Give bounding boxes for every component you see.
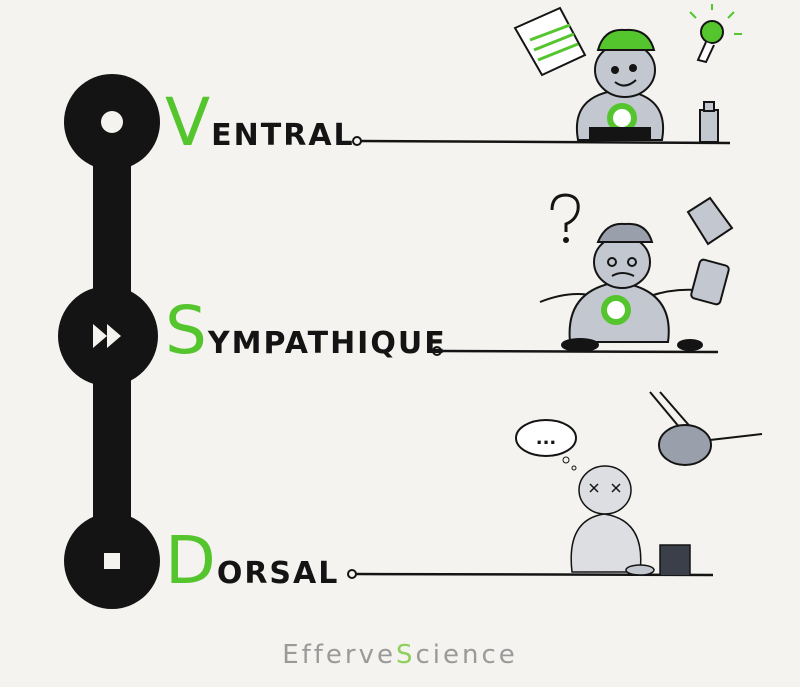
calendar-icon — [513, 6, 587, 77]
level-label-dorsal: Dorsal — [165, 528, 339, 594]
leader-line-ventral — [352, 136, 731, 146]
signature: EfferveScience — [0, 640, 800, 670]
phone-icon — [690, 258, 730, 306]
signature-part1: Efferve — [282, 640, 396, 670]
level-initial-sympathique: S — [165, 292, 208, 369]
polyvagal-diagram: ... Ventral Sympathique Dorsal EfferveSc… — [0, 0, 800, 687]
leader-line-dorsal — [347, 569, 714, 579]
level-initial-ventral: V — [165, 84, 212, 161]
signature-accent: S — [396, 640, 416, 670]
note-paper-icon — [686, 196, 734, 246]
lightbulb-icon — [689, 4, 742, 64]
fast-forward-icon — [58, 286, 158, 386]
level-rest-dorsal: orsal — [216, 556, 340, 591]
winged-brain-icon — [649, 391, 763, 466]
question-mark-icon — [550, 193, 580, 243]
play-circle-icon — [64, 74, 160, 170]
shutdown-figure-drawing — [570, 465, 691, 576]
level-rest-ventral: entral — [211, 118, 355, 153]
level-label-ventral: Ventral — [165, 90, 355, 156]
level-rest-sympathique: ympathique — [207, 326, 447, 361]
thought-bubble-icon: ... — [515, 419, 577, 471]
stop-icon — [64, 513, 160, 609]
calm-figure-drawing — [575, 28, 719, 143]
thought-bubble-text: ... — [536, 428, 557, 449]
level-initial-dorsal: D — [165, 522, 217, 599]
level-label-sympathique: Sympathique — [165, 298, 447, 364]
signature-part2: cience — [415, 640, 518, 670]
